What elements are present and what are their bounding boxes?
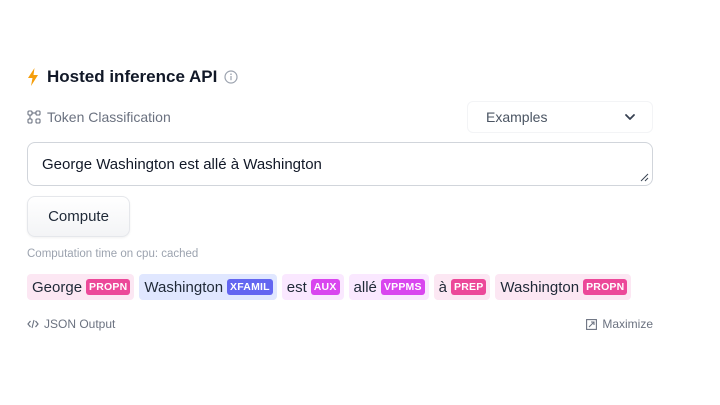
token-output: George PROPN Washington XFAMIL est AUX a…: [27, 274, 653, 300]
token-label: PROPN: [583, 279, 628, 295]
maximize-button[interactable]: Maximize: [586, 317, 653, 331]
widget-footer: JSON Output Maximize: [27, 317, 653, 331]
examples-dropdown[interactable]: Examples: [467, 101, 653, 133]
compute-button[interactable]: Compute: [27, 196, 130, 237]
info-icon[interactable]: [224, 70, 238, 84]
text-input[interactable]: George Washington est allé à Washington: [27, 142, 653, 186]
token-chip: allé VPPMS: [348, 274, 429, 300]
examples-label: Examples: [486, 109, 548, 125]
token-chip: Washington PROPN: [495, 274, 632, 300]
token-chip: est AUX: [281, 274, 344, 300]
json-output-toggle[interactable]: JSON Output: [27, 317, 115, 331]
code-icon: [27, 319, 39, 329]
token-word: est: [286, 278, 307, 296]
token-word: Washington: [144, 278, 224, 296]
token-label: XFAMIL: [227, 279, 273, 295]
token-label: AUX: [310, 279, 340, 295]
chevron-down-icon: [624, 111, 636, 123]
token-chip: Washington XFAMIL: [139, 274, 277, 300]
widget-title: Hosted inference API: [47, 67, 218, 86]
task-type: Token Classification: [27, 109, 171, 125]
inference-widget: Hosted inference API Token Classificatio…: [27, 64, 653, 331]
lightning-icon: [27, 68, 39, 86]
token-word: à: [438, 278, 448, 296]
token-label: VPPMS: [380, 279, 425, 295]
resize-handle-icon[interactable]: [640, 173, 649, 182]
widget-header: Hosted inference API: [27, 64, 653, 90]
token-classification-icon: [27, 110, 41, 124]
token-chip: George PROPN: [27, 274, 135, 300]
task-label: Token Classification: [47, 109, 171, 125]
task-row: Token Classification Examples: [27, 100, 653, 134]
token-label: PROPN: [86, 279, 131, 295]
token-word: allé: [353, 278, 377, 296]
token-chip: à PREP: [433, 274, 491, 300]
json-output-label: JSON Output: [44, 317, 116, 331]
token-label: PREP: [451, 279, 487, 295]
text-input-value: George Washington est allé à Washington: [42, 155, 322, 173]
computation-time: Computation time on cpu: cached: [27, 248, 199, 260]
maximize-icon: [586, 318, 598, 330]
maximize-label: Maximize: [602, 317, 653, 331]
token-word: Washington: [500, 278, 580, 296]
token-word: George: [32, 278, 83, 296]
